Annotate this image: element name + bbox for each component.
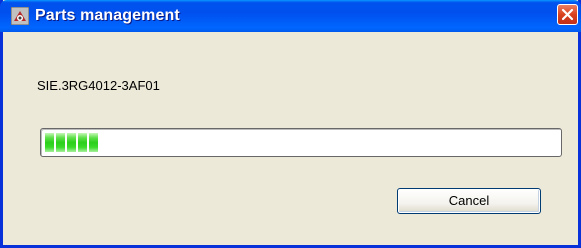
progress-block <box>67 133 76 152</box>
window-title: Parts management <box>35 7 180 24</box>
progress-fill <box>45 133 98 152</box>
dialog-window: Parts management SIE.3RG4012-3AF01 Cance… <box>0 0 581 248</box>
part-number-label: SIE.3RG4012-3AF01 <box>37 78 160 93</box>
parts-app-icon <box>11 7 29 25</box>
progress-bar <box>40 128 562 157</box>
title-bar[interactable]: Parts management <box>0 0 581 32</box>
progress-block <box>56 133 65 152</box>
close-icon <box>561 8 574 21</box>
progress-block <box>89 133 98 152</box>
progress-block <box>78 133 87 152</box>
close-button[interactable] <box>557 4 578 25</box>
cancel-button[interactable]: Cancel <box>397 188 541 214</box>
progress-block <box>45 133 54 152</box>
